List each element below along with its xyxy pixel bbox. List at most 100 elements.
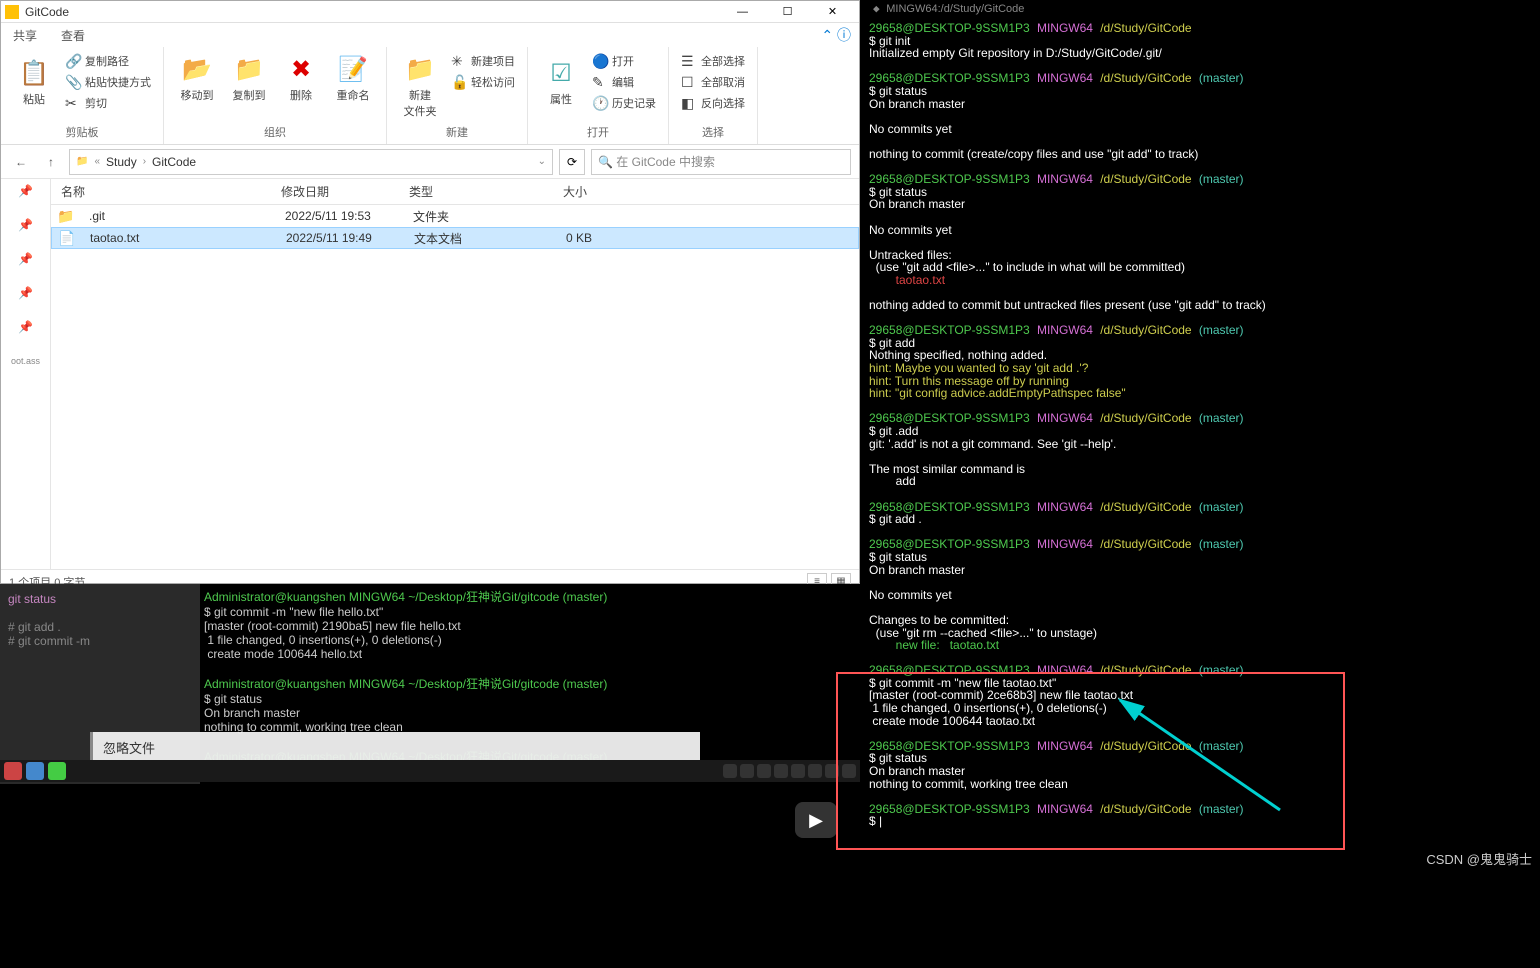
breadcrumb-seg[interactable]: GitCode [152,155,196,169]
play-icon[interactable]: ▶ [795,802,837,838]
close-button[interactable]: ✕ [810,2,855,22]
properties-icon: ☑ [545,57,577,89]
taskbar[interactable] [0,760,860,782]
tray-icon[interactable] [740,764,754,778]
file-row[interactable]: 📄 taotao.txt 2022/5/11 19:49 文本文档 0 KB [51,227,859,249]
pin-icon[interactable]: 📌 [18,183,34,199]
invert-button[interactable]: ◧反向选择 [677,93,749,113]
tray-icon[interactable] [774,764,788,778]
editor-comment: # git add . [8,620,192,634]
file-size: 0 KB [522,231,602,245]
newitem-icon: ✳ [451,53,467,69]
overlay-caption: 忽略文件 [90,732,700,762]
rename-icon: 📝 [337,53,369,85]
cut-button[interactable]: ✂剪切 [61,93,155,113]
copyto-icon: 📁 [233,53,265,85]
selectnone-icon: ☐ [681,74,697,90]
chevron-right-icon: › [143,156,146,167]
open-icon: 🔵 [592,53,608,69]
dropdown-icon[interactable]: ⌄ [538,156,546,167]
edit-button[interactable]: ✎编辑 [588,72,660,92]
search-icon: 🔍 [598,155,613,169]
refresh-button[interactable]: ⟳ [559,149,585,175]
menu-tabs: 共享 查看 ⌃ ⓘ [1,23,859,47]
group-clipboard-label: 剪贴板 [66,124,99,140]
file-name: .git [79,209,285,223]
up-button[interactable]: ↑ [39,150,63,174]
task-icon[interactable] [48,762,66,780]
paste-shortcut-button[interactable]: 📎粘贴快捷方式 [61,72,155,92]
easyaccess-icon: 🔓 [451,74,467,90]
file-name: taotao.txt [80,231,286,245]
tray-icon[interactable] [825,764,839,778]
tab-share[interactable]: 共享 [13,27,37,44]
path-icon: 🔗 [65,53,81,69]
tray-icon[interactable] [757,764,771,778]
task-icon[interactable] [4,762,22,780]
shortcut-icon: 📎 [65,74,81,90]
tray-icon[interactable] [808,764,822,778]
back-button[interactable]: ← [9,150,33,174]
titlebar[interactable]: GitCode — ☐ ✕ [1,1,859,23]
delete-icon: ✖ [285,53,317,85]
properties-button[interactable]: ☑属性 [536,51,586,113]
address-bar[interactable]: 📁 « Study › GitCode ⌄ [69,149,553,175]
selectnone-button[interactable]: ☐全部取消 [677,72,749,92]
moveto-icon: 📂 [181,53,213,85]
file-explorer-window: GitCode — ☐ ✕ 共享 查看 ⌃ ⓘ 📋 粘贴 🔗复制路径 📎粘贴快捷… [0,0,860,584]
newitem-button[interactable]: ✳新建项目 [447,51,519,71]
tray-icon[interactable] [723,764,737,778]
invert-icon: ◧ [681,95,697,111]
newfolder-button[interactable]: 📁新建 文件夹 [395,51,445,121]
breadcrumb-seg[interactable]: Study [106,155,137,169]
col-name[interactable]: 名称 [51,183,281,200]
pin-icon[interactable]: 📌 [18,319,34,335]
copy-path-button[interactable]: 🔗复制路径 [61,51,155,71]
ribbon-collapse-icon[interactable]: ⌃ ⓘ [821,25,851,45]
file-row[interactable]: 📁 .git 2022/5/11 19:53 文件夹 [51,205,859,227]
edit-icon: ✎ [592,74,608,90]
editor-comment: # git commit -m [8,634,192,648]
history-button[interactable]: 🕐历史记录 [588,93,660,113]
group-open-label: 打开 [587,124,609,140]
folder-icon: 📁 [57,207,75,225]
task-icon[interactable] [26,762,44,780]
ribbon: 📋 粘贴 🔗复制路径 📎粘贴快捷方式 ✂剪切 剪贴板 📂移动到 📁复制到 ✖删除… [1,47,859,145]
moveto-button[interactable]: 📂移动到 [172,51,222,105]
pin-icon[interactable]: 📌 [18,217,34,233]
maximize-button[interactable]: ☐ [765,2,810,22]
rename-button[interactable]: 📝重命名 [328,51,378,105]
search-input[interactable]: 🔍 在 GitCode 中搜索 [591,149,851,175]
group-organize-label: 组织 [264,124,286,140]
open-button[interactable]: 🔵打开 [588,51,660,71]
tray-icon[interactable] [791,764,805,778]
git-bash-terminal[interactable]: ◆ MINGW64:/d/Study/GitCode 29658@DESKTOP… [865,0,1540,870]
group-select-label: 选择 [702,124,724,140]
terminal-output: 29658@DESKTOP-9SSM1P3 MINGW64 /d/Study/G… [865,18,1540,832]
paste-button[interactable]: 📋 粘贴 [9,51,59,113]
column-headers[interactable]: 名称 修改日期 类型 大小 [51,179,859,205]
col-type[interactable]: 类型 [409,183,517,200]
history-icon: 🕐 [592,95,608,111]
col-size[interactable]: 大小 [517,183,597,200]
col-date[interactable]: 修改日期 [281,183,409,200]
file-list[interactable]: 名称 修改日期 类型 大小 📁 .git 2022/5/11 19:53 文件夹… [51,179,859,569]
tray-icon[interactable] [842,764,856,778]
pin-icon[interactable]: 📌 [18,285,34,301]
copyto-button[interactable]: 📁复制到 [224,51,274,105]
minimize-button[interactable]: — [720,2,765,22]
delete-button[interactable]: ✖删除 [276,51,326,105]
group-new-label: 新建 [446,124,468,140]
scissors-icon: ✂ [65,95,81,111]
file-type: 文件夹 [413,208,521,225]
quickaccess-bar: 📌 📌 📌 📌 📌 oot.ass [1,179,51,569]
tab-view[interactable]: 查看 [61,27,85,44]
easyaccess-button[interactable]: 🔓轻松访问 [447,72,519,92]
file-date: 2022/5/11 19:53 [285,209,413,223]
selectall-button[interactable]: ☰全部选择 [677,51,749,71]
navigation-bar: ← ↑ 📁 « Study › GitCode ⌄ ⟳ 🔍 在 GitCode … [1,145,859,179]
clipboard-icon: 📋 [18,57,50,89]
pin-icon[interactable]: 📌 [18,251,34,267]
editor-line: git status [8,592,192,606]
newfolder-icon: 📁 [404,53,436,85]
